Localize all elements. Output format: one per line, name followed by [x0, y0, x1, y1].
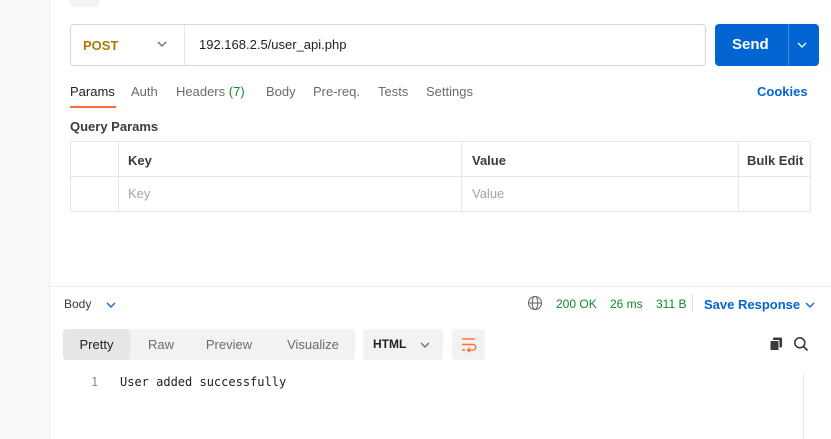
globe-icon[interactable] [527, 295, 543, 311]
stats-divider [692, 294, 693, 312]
response-size[interactable]: 311 B [656, 297, 686, 311]
tab-pretty[interactable]: Pretty [63, 329, 130, 360]
chevron-down-icon [157, 41, 167, 47]
scrollbar[interactable] [803, 373, 831, 439]
bulk-edit-button[interactable]: Bulk Edit [747, 153, 803, 168]
column-header-key: Key [128, 153, 152, 168]
response-divider [49, 286, 831, 287]
chevron-down-icon [420, 342, 430, 348]
chevron-down-icon[interactable] [805, 300, 815, 310]
save-response-button[interactable]: Save Response [704, 297, 800, 312]
left-sidebar-strip [0, 0, 50, 439]
tab-raw[interactable]: Raw [133, 329, 189, 360]
cookies-link[interactable]: Cookies [757, 84, 808, 99]
response-body-text[interactable]: User added successfully [120, 375, 286, 389]
column-header-value: Value [472, 153, 506, 168]
response-time[interactable]: 26 ms [610, 297, 643, 311]
wrap-lines-icon [462, 338, 477, 353]
format-selector[interactable]: HTML [363, 329, 443, 360]
response-view-tabs: Pretty Raw Preview Visualize [63, 329, 355, 360]
tab-params[interactable]: Params [70, 84, 115, 99]
method-label: POST [83, 38, 119, 53]
tab-tests[interactable]: Tests [378, 84, 408, 99]
key-input[interactable]: Key [128, 186, 150, 201]
search-icon[interactable] [793, 336, 809, 352]
query-params-table: Key Value Bulk Edit Key Value [70, 141, 811, 212]
tab-auth[interactable]: Auth [131, 84, 158, 99]
active-tab-indicator [70, 106, 116, 108]
format-label: HTML [373, 337, 407, 351]
url-input[interactable]: 192.168.2.5/user_api.php [199, 37, 346, 52]
request-url-bar: POST 192.168.2.5/user_api.php [70, 24, 706, 66]
send-button[interactable]: Send [715, 24, 819, 66]
response-body-dropdown[interactable]: Body [64, 297, 91, 311]
copy-icon[interactable] [768, 336, 784, 352]
tab-settings[interactable]: Settings [426, 84, 473, 99]
send-divider [788, 24, 789, 66]
send-label: Send [732, 36, 769, 53]
tab-preview[interactable]: Preview [195, 329, 263, 360]
tab-headers-label: Headers [176, 84, 226, 99]
wrap-lines-button[interactable] [452, 329, 485, 360]
chevron-down-icon[interactable] [106, 300, 116, 310]
headers-count: (7) [228, 84, 245, 99]
table-row-divider [71, 176, 810, 177]
tab-body[interactable]: Body [266, 84, 296, 99]
chevron-down-icon[interactable] [797, 40, 807, 50]
tab-visualize[interactable]: Visualize [275, 329, 351, 360]
tab-headers[interactable]: Headers (7) [176, 84, 245, 99]
status-code[interactable]: 200 OK [556, 297, 597, 311]
line-number: 1 [91, 375, 99, 389]
query-params-title: Query Params [70, 119, 159, 134]
method-selector[interactable]: POST [71, 25, 185, 65]
tab-pre-request[interactable]: Pre-req. [313, 84, 360, 99]
top-toolbar-button[interactable] [70, 0, 99, 7]
value-input[interactable]: Value [472, 186, 504, 201]
